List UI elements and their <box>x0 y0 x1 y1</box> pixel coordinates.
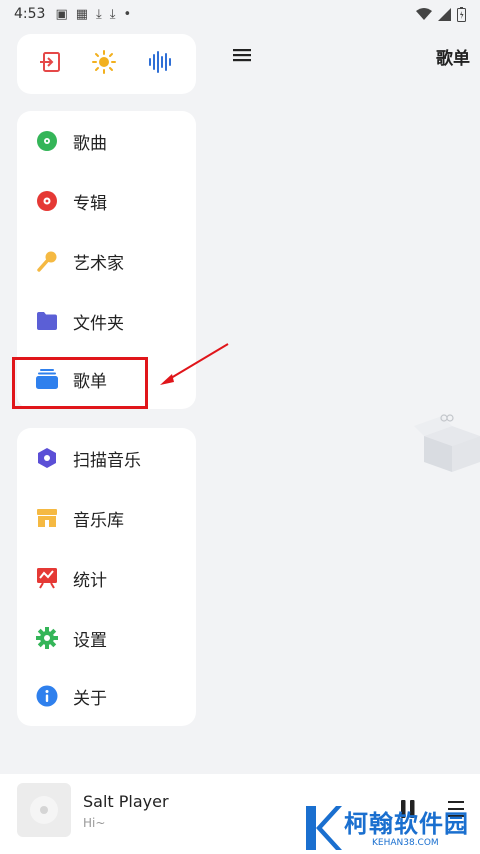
grid-icon: ▦ <box>75 6 89 22</box>
download-icon: ⤓ <box>96 6 102 22</box>
album-cover <box>17 783 71 837</box>
tools-card: 扫描音乐 音乐库 统计 设置 关于 <box>17 428 196 726</box>
nav-item-label: 关于 <box>73 688 107 709</box>
stats-icon <box>36 567 58 589</box>
scan-icon <box>36 447 58 469</box>
nav-item-about[interactable]: 关于 <box>17 666 196 726</box>
song-disc-icon <box>36 130 58 152</box>
watermark-logo-icon <box>306 806 342 850</box>
nav-item-label: 扫描音乐 <box>73 450 141 471</box>
status-bar: 4:53 ▣ ▦ ⤓ ⤓ • <box>0 0 480 28</box>
nav-item-label: 专辑 <box>73 193 107 214</box>
nav-item-albums[interactable]: 专辑 <box>17 171 196 231</box>
annotation-arrow-icon <box>160 343 229 385</box>
nav-item-artists[interactable]: 艺术家 <box>17 231 196 291</box>
highlight-box <box>12 357 148 409</box>
info-icon <box>36 685 58 707</box>
quick-actions-card <box>17 34 196 94</box>
nav-item-scan-music[interactable]: 扫描音乐 <box>17 428 196 488</box>
nav-item-music-library[interactable]: 音乐库 <box>17 488 196 548</box>
nav-item-label: 文件夹 <box>73 313 124 334</box>
dot-icon: • <box>123 6 132 22</box>
status-time: 4:53 <box>14 6 46 22</box>
nav-item-label: 音乐库 <box>73 510 124 531</box>
download-icon: ⤓ <box>109 6 116 22</box>
exit-icon[interactable] <box>39 51 61 77</box>
signal-icon <box>438 7 451 21</box>
watermark: 柯翰软件园 KEHAN38.COM <box>300 800 480 854</box>
sim-icon: ▣ <box>55 6 68 22</box>
wifi-icon <box>416 7 432 20</box>
disc-placeholder-icon <box>30 796 58 824</box>
nav-item-songs[interactable]: 歌曲 <box>17 111 196 171</box>
gear-icon <box>36 627 58 649</box>
watermark-name: 柯翰软件园 <box>344 810 469 838</box>
nav-item-label: 艺术家 <box>73 253 124 274</box>
sun-icon[interactable] <box>92 50 117 78</box>
nav-item-label: 设置 <box>73 630 107 651</box>
song-subtitle: Hi~ <box>83 816 106 830</box>
nav-item-settings[interactable]: 设置 <box>17 608 196 668</box>
microphone-icon <box>36 250 58 272</box>
song-title: Salt Player <box>83 792 169 811</box>
folder-icon <box>36 310 58 332</box>
store-icon <box>36 507 58 529</box>
album-disc-icon <box>36 190 58 212</box>
nav-item-label: 歌曲 <box>73 133 107 154</box>
nav-item-statistics[interactable]: 统计 <box>17 548 196 608</box>
nav-item-label: 统计 <box>73 570 107 591</box>
watermark-url: KEHAN38.COM <box>372 838 439 848</box>
hamburger-menu-icon[interactable] <box>231 44 255 66</box>
empty-box-icon <box>414 408 480 476</box>
waveform-icon[interactable] <box>148 51 174 77</box>
page-title: 歌单 <box>436 49 470 69</box>
battery-icon <box>457 6 466 22</box>
